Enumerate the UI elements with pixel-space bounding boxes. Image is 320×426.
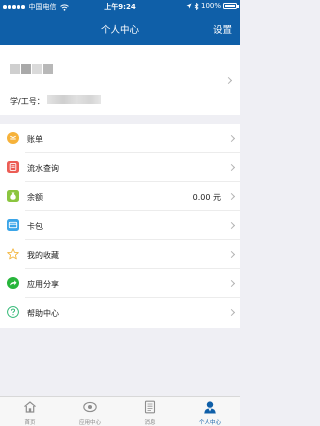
menu-item-label: 流水查询	[27, 164, 59, 173]
tab-label: 消息	[144, 420, 156, 426]
id-label: 学/工号：	[10, 97, 45, 106]
menu-item-transactions[interactable]: 流水查询	[0, 153, 240, 182]
status-right: 100%	[186, 2, 239, 10]
message-icon	[144, 400, 156, 414]
chevron-right-icon	[227, 134, 236, 143]
menu-item-label: 帮助中心	[27, 309, 59, 318]
bluetooth-icon	[194, 2, 199, 10]
home-icon	[24, 401, 36, 413]
tab-home[interactable]: 首页	[0, 397, 60, 426]
menu-item-bill[interactable]: 账单	[0, 124, 240, 153]
nav-bar: 个人中心 设置	[0, 14, 240, 45]
settings-button[interactable]: 设置	[213, 22, 232, 36]
menu-item-label: 卡包	[27, 222, 43, 231]
location-icon	[186, 3, 192, 9]
chevron-right-icon	[224, 76, 233, 85]
menu-item-favorites[interactable]: 我的收藏	[0, 240, 240, 269]
bill-icon	[7, 132, 19, 144]
menu-item-label: 应用分享	[27, 280, 59, 289]
balance-icon	[7, 190, 19, 202]
tab-bar: 首页 应用中心 消息 个人中心	[0, 396, 240, 426]
star-icon	[7, 248, 19, 260]
chevron-right-icon	[227, 221, 236, 230]
balance-value: 0.00 元	[192, 193, 221, 202]
menu-item-share[interactable]: 应用分享	[0, 269, 240, 298]
menu-item-label: 我的收藏	[27, 251, 59, 260]
user-name-redacted	[10, 64, 54, 74]
battery-icon	[223, 2, 239, 10]
tab-messages[interactable]: 消息	[120, 397, 180, 426]
menu-item-help[interactable]: 帮助中心	[0, 298, 240, 327]
help-icon	[7, 306, 19, 318]
card-wallet-icon	[7, 219, 19, 231]
menu-item-balance[interactable]: 余额 0.00 元	[0, 182, 240, 211]
chevron-right-icon	[227, 163, 236, 172]
menu-item-label: 账单	[27, 135, 43, 144]
chevron-right-icon	[227, 192, 236, 201]
menu-list: 账单 流水查询 余额 0.00 元 卡包 我的收藏 应用分享 帮助中心	[0, 124, 240, 328]
chevron-right-icon	[227, 308, 236, 317]
menu-item-label: 余额	[27, 193, 43, 202]
tab-label: 应用中心	[78, 420, 101, 426]
app-center-icon	[83, 401, 97, 413]
tab-label: 个人中心	[198, 420, 221, 426]
user-icon	[204, 401, 216, 414]
tab-profile[interactable]: 个人中心	[180, 397, 240, 426]
battery-percent: 100%	[200, 2, 221, 10]
page-title: 个人中心	[100, 25, 139, 36]
id-value-redacted	[47, 95, 101, 104]
menu-item-card-wallet[interactable]: 卡包	[0, 211, 240, 240]
transactions-icon	[7, 161, 19, 173]
chevron-right-icon	[227, 250, 236, 259]
tab-app-center[interactable]: 应用中心	[60, 397, 120, 426]
tab-label: 首页	[24, 420, 36, 426]
status-bar: 中国电信 上午9:24 100%	[0, 0, 240, 14]
share-icon	[7, 277, 19, 289]
profile-card[interactable]: 学/工号：	[0, 45, 240, 115]
chevron-right-icon	[227, 279, 236, 288]
